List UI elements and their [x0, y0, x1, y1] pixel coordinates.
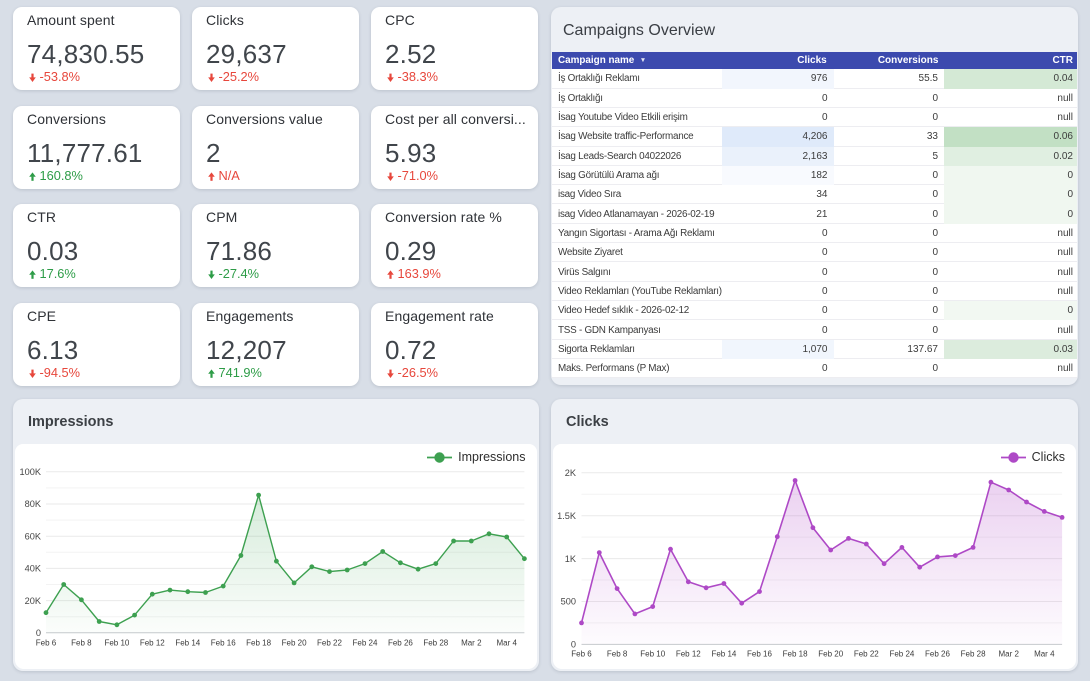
- svg-text:500: 500: [561, 597, 576, 607]
- svg-text:Feb 22: Feb 22: [317, 638, 342, 647]
- svg-text:Feb 12: Feb 12: [140, 638, 165, 647]
- svg-text:Mar 2: Mar 2: [998, 649, 1019, 658]
- svg-text:Feb 8: Feb 8: [607, 649, 628, 658]
- svg-text:Feb 28: Feb 28: [961, 649, 986, 658]
- svg-text:2K: 2K: [565, 468, 577, 478]
- svg-text:1.5K: 1.5K: [557, 511, 577, 521]
- svg-text:Feb 20: Feb 20: [282, 638, 307, 647]
- svg-text:60K: 60K: [25, 531, 42, 541]
- svg-text:Mar 2: Mar 2: [461, 638, 482, 647]
- svg-text:Feb 18: Feb 18: [246, 638, 271, 647]
- svg-text:Mar 4: Mar 4: [496, 638, 517, 647]
- svg-text:Feb 26: Feb 26: [925, 649, 950, 658]
- svg-text:Feb 10: Feb 10: [104, 638, 129, 647]
- svg-text:Feb 10: Feb 10: [640, 649, 665, 658]
- svg-text:Feb 14: Feb 14: [175, 638, 200, 647]
- svg-text:Feb 16: Feb 16: [211, 638, 236, 647]
- svg-text:40K: 40K: [25, 564, 42, 574]
- svg-text:Feb 16: Feb 16: [747, 649, 772, 658]
- svg-text:0: 0: [36, 628, 41, 638]
- svg-text:Feb 18: Feb 18: [783, 649, 808, 658]
- svg-text:Feb 24: Feb 24: [353, 638, 378, 647]
- svg-text:Feb 24: Feb 24: [889, 649, 914, 658]
- svg-text:Mar 4: Mar 4: [1034, 649, 1055, 658]
- svg-text:0: 0: [571, 640, 576, 650]
- svg-text:100K: 100K: [20, 467, 42, 477]
- svg-text:20K: 20K: [25, 596, 42, 606]
- svg-text:Feb 6: Feb 6: [571, 649, 592, 658]
- svg-text:Feb 20: Feb 20: [818, 649, 843, 658]
- svg-text:80K: 80K: [25, 499, 42, 509]
- svg-text:1K: 1K: [565, 554, 577, 564]
- svg-text:Feb 12: Feb 12: [676, 649, 701, 658]
- svg-text:Feb 8: Feb 8: [71, 638, 92, 647]
- svg-text:Feb 22: Feb 22: [854, 649, 879, 658]
- svg-text:Feb 6: Feb 6: [36, 638, 57, 647]
- svg-text:Feb 28: Feb 28: [423, 638, 448, 647]
- svg-text:Feb 14: Feb 14: [711, 649, 736, 658]
- svg-text:Feb 26: Feb 26: [388, 638, 413, 647]
